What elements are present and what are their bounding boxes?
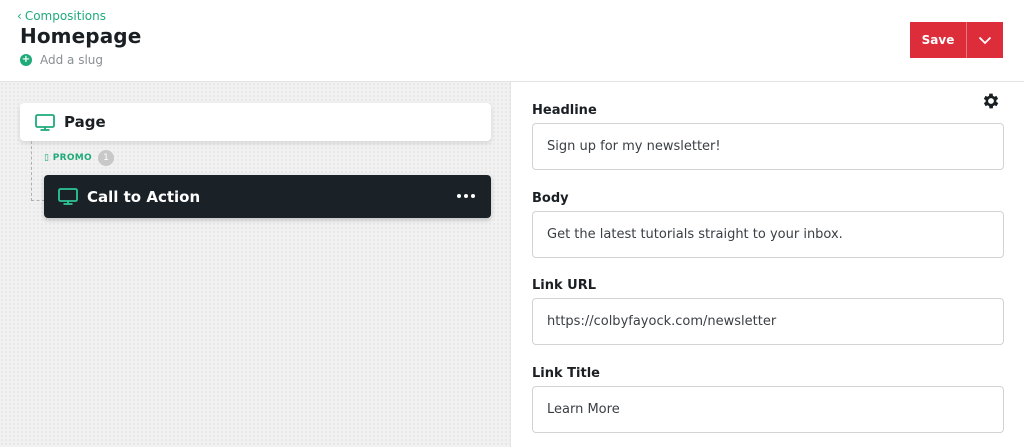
promo-slot-count-badge: 1 — [97, 150, 114, 166]
body-input[interactable] — [532, 211, 1004, 258]
chevron-down-icon — [978, 36, 992, 44]
save-button-group: Save — [910, 22, 1003, 58]
plus-circle-icon: + — [20, 54, 32, 66]
link-title-label: Link Title — [532, 366, 600, 381]
call-to-action-node[interactable]: Call to Action — [44, 175, 491, 218]
link-url-label: Link URL — [532, 278, 597, 293]
tree-connector — [31, 141, 45, 201]
monitor-icon — [58, 188, 78, 205]
save-options-dropdown[interactable] — [967, 22, 1003, 58]
chevron-left-icon: ‹ — [17, 9, 22, 23]
save-button[interactable]: Save — [910, 22, 967, 58]
body-label: Body — [532, 191, 569, 206]
gear-icon[interactable] — [981, 91, 1001, 111]
monitor-icon — [35, 113, 55, 131]
add-slug-label: Add a slug — [40, 53, 104, 67]
promo-slot[interactable]: ▯ PROMO 1 — [44, 150, 114, 166]
page-node[interactable]: Page — [20, 103, 491, 141]
link-title-input[interactable] — [532, 386, 1004, 433]
call-to-action-node-label: Call to Action — [87, 187, 201, 206]
page-title: Homepage — [20, 24, 142, 48]
headline-input[interactable] — [532, 123, 1004, 170]
page-node-label: Page — [64, 113, 106, 131]
properties-panel: Headline Body Link URL Link Title — [512, 82, 1024, 447]
promo-slot-label: ▯ PROMO — [44, 153, 92, 163]
composition-canvas: Page ▯ PROMO 1 Call to Action — [0, 82, 511, 447]
back-to-compositions-link[interactable]: ‹ Compositions — [17, 9, 106, 23]
promo-slot-name: PROMO — [52, 153, 92, 163]
back-link-label: Compositions — [24, 9, 107, 23]
headline-label: Headline — [532, 103, 597, 118]
link-url-input[interactable] — [532, 298, 1004, 345]
composition-header: ‹ Compositions Homepage + Add a slug Sav… — [0, 0, 1024, 82]
add-slug-button[interactable]: + Add a slug — [20, 53, 103, 67]
more-options-icon[interactable] — [457, 187, 475, 205]
